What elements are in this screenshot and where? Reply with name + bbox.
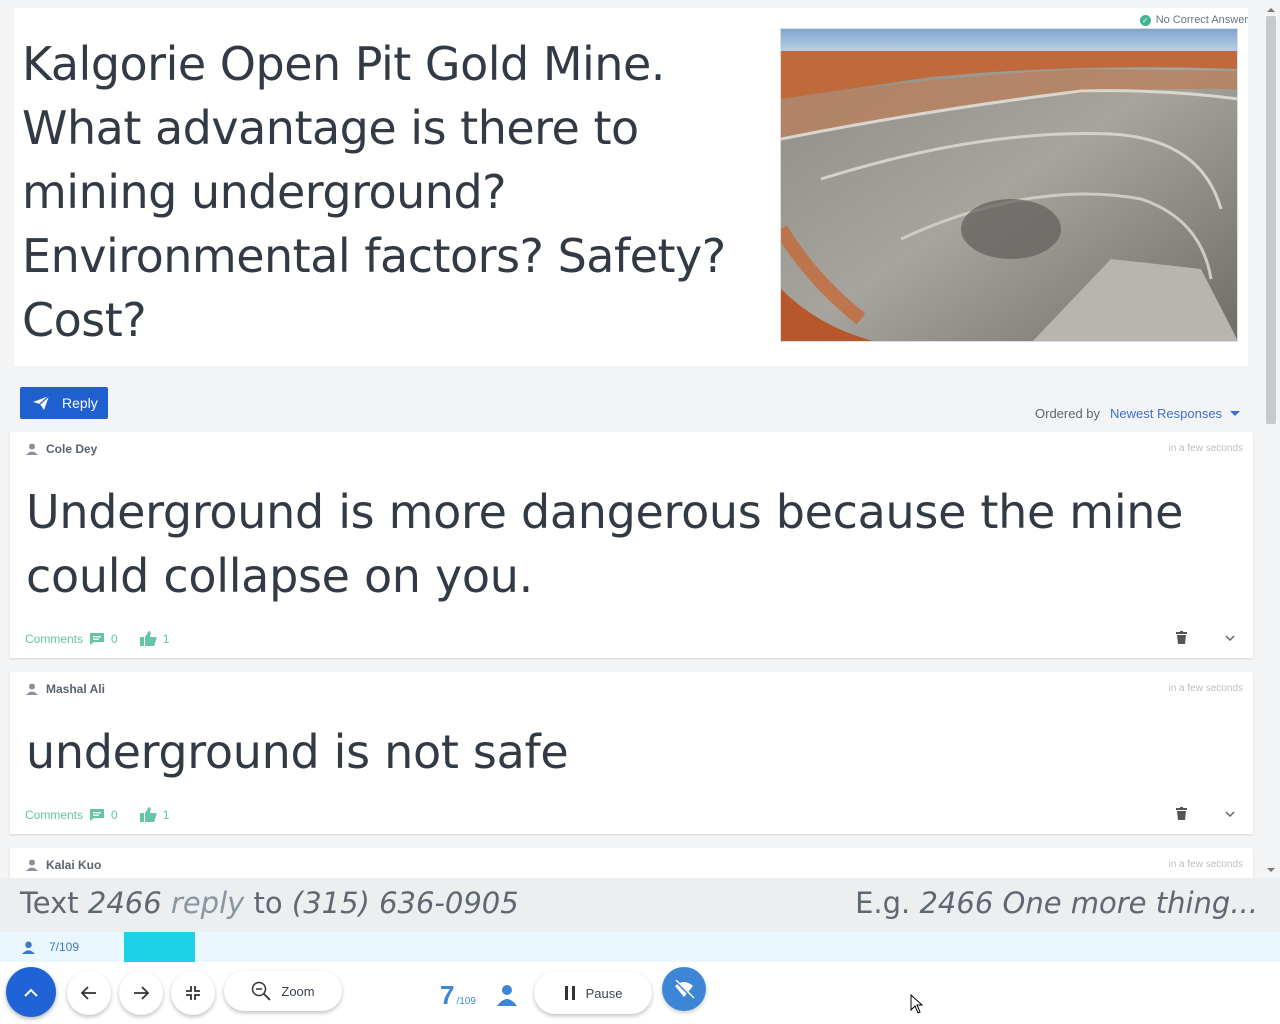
sms-example-text: 2466 One more thing... [919, 886, 1258, 920]
sms-text-word: Text [20, 886, 79, 920]
chevron-down-icon[interactable] [1225, 810, 1235, 817]
hide-responses-button[interactable] [662, 967, 706, 1011]
sms-eg-label: E.g. [855, 886, 911, 920]
counter-total: /109 [456, 996, 476, 1007]
exit-fullscreen-button[interactable] [171, 971, 215, 1015]
collapse-up-button[interactable] [6, 967, 56, 1017]
thumbs-up-icon [139, 807, 157, 822]
response-time: in a few seconds [1168, 443, 1244, 454]
response-author: Cole Dey [26, 442, 97, 456]
presenter-toolbar: Zoom 7 /109 Pause [0, 962, 1280, 1024]
comment-icon [90, 808, 105, 821]
send-icon [33, 395, 50, 410]
reply-label: Reply [62, 395, 98, 411]
user-icon [26, 443, 38, 455]
arrow-left-icon [81, 986, 96, 1000]
response-time: in a few seconds [1168, 683, 1244, 694]
like-button[interactable]: 1 [139, 631, 170, 646]
sms-instruction: Text 2466 reply to (315) 636-0905 [20, 886, 519, 920]
response-card: Mashal Ali in a few seconds underground … [10, 672, 1253, 834]
comments-count: 0 [111, 807, 118, 822]
comments-label: Comments [25, 631, 84, 646]
previous-button[interactable] [67, 971, 111, 1015]
mouse-cursor-icon [910, 994, 924, 1014]
zoom-label: Zoom [281, 983, 315, 999]
response-footer: Comments 0 1 [25, 807, 169, 822]
trash-icon[interactable] [1176, 631, 1187, 644]
sms-reply-word: reply [170, 886, 245, 920]
chevron-up-icon [24, 988, 38, 997]
response-actions [1176, 631, 1235, 644]
ordering-dropdown[interactable]: Newest Responses [1110, 406, 1241, 421]
response-author: Kalai Kuo [26, 858, 101, 872]
response-text: Underground is more dangerous because th… [26, 485, 1184, 603]
reply-button[interactable]: Reply [20, 387, 108, 419]
next-button[interactable] [119, 971, 163, 1015]
question-card: Kalgorie Open Pit Gold Mine. What advant… [14, 8, 1248, 366]
sms-code: 2466 [87, 886, 162, 920]
pause-icon [564, 986, 575, 1000]
author-name: Cole Dey [46, 442, 98, 456]
author-name: Kalai Kuo [46, 858, 102, 872]
comments-count: 0 [111, 631, 118, 646]
likes-count: 1 [162, 807, 170, 822]
zoom-out-icon [252, 981, 272, 1001]
visibility-off-icon [673, 978, 695, 1000]
comments-link[interactable]: Comments 0 [25, 808, 118, 822]
zoom-button[interactable]: Zoom [224, 971, 342, 1011]
progress-fill [124, 932, 195, 962]
pause-button[interactable]: Pause [534, 972, 652, 1014]
response-author: Mashal Ali [26, 682, 105, 696]
scroll-up-arrow-icon[interactable] [1267, 8, 1275, 12]
counter-current: 7 [440, 980, 455, 1010]
badge-label: No Correct Answer [1155, 14, 1248, 26]
trash-icon[interactable] [1176, 807, 1187, 820]
sms-to-word: to [253, 886, 283, 920]
like-button[interactable]: 1 [139, 807, 170, 822]
sms-instructions-bar: Text 2466 reply to (315) 636-0905 E.g. 2… [0, 878, 1280, 932]
pause-label: Pause [585, 985, 623, 1001]
user-icon [26, 683, 38, 695]
open-pit-mine-image [781, 29, 1237, 341]
caret-down-icon [1230, 411, 1241, 416]
scrollbar[interactable] [1264, 8, 1278, 880]
scroll-down-arrow-icon[interactable] [1267, 868, 1275, 872]
response-time: in a few seconds [1168, 859, 1244, 870]
response-counter: 7 /109 [440, 980, 476, 1011]
response-footer: Comments 0 1 [25, 631, 169, 646]
question-text: Kalgorie Open Pit Gold Mine. What advant… [22, 37, 726, 347]
sms-example: E.g. 2466 One more thing... [855, 886, 1258, 920]
participants-icon[interactable] [496, 984, 518, 1006]
ordering-selected: Newest Responses [1110, 406, 1223, 421]
arrow-right-icon [134, 986, 149, 1000]
mine-photo [780, 28, 1238, 342]
response-card: Cole Dey in a few seconds Underground is… [10, 432, 1253, 658]
progress-label: 7/109 [49, 940, 80, 954]
ordered-by-label: Ordered by [1035, 406, 1101, 421]
check-circle-icon: ✓ [1139, 14, 1151, 26]
ordering-control: Ordered by Newest Responses [1035, 406, 1241, 421]
response-actions [1176, 807, 1235, 820]
sms-phone: (315) 636-0905 [291, 886, 519, 920]
user-icon [26, 859, 38, 871]
comments-link[interactable]: Comments 0 [25, 632, 118, 646]
no-correct-answer-badge: ✓ No Correct Answer [1139, 14, 1248, 26]
author-name: Mashal Ali [46, 682, 105, 696]
user-icon [22, 941, 35, 954]
response-progress: 7/109 [0, 932, 1280, 962]
response-text: underground is not safe [26, 725, 569, 779]
scrollbar-thumb[interactable] [1266, 16, 1276, 424]
progress-count: 7/109 [22, 940, 79, 954]
thumbs-up-icon [139, 631, 157, 646]
response-card: Kalai Kuo in a few seconds [10, 848, 1253, 878]
chevron-down-icon[interactable] [1225, 634, 1235, 641]
compress-icon [186, 986, 200, 1000]
likes-count: 1 [162, 631, 170, 646]
comments-label: Comments [25, 807, 84, 822]
comment-icon [90, 632, 105, 645]
app-root: Kalgorie Open Pit Gold Mine. What advant… [0, 0, 1280, 1024]
